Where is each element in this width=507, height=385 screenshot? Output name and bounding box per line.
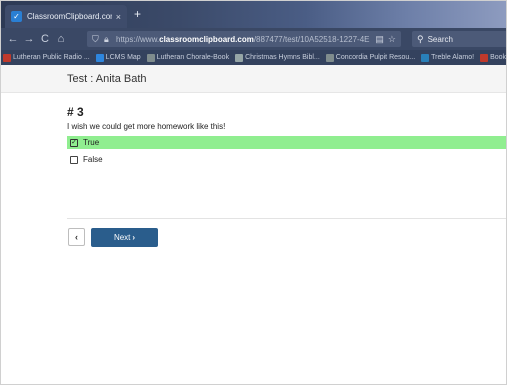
reload-icon[interactable]: C [37,33,53,45]
tab-bar: ✓ ClassroomClipboard.com × + [1,1,506,28]
search-input[interactable]: ⚲ Search [412,31,506,47]
bookmark-label: Christmas Hymns Bibl... [245,54,320,61]
bookmark-label: Lutheran Public Radio ... [13,54,90,61]
reader-view-icon[interactable]: ▤ [375,34,384,45]
bookmark-item[interactable]: Christmas Hymns Bibl... [235,53,320,62]
search-icon: ⚲ [417,33,424,44]
option-false[interactable]: False [67,153,506,166]
divider [67,218,506,219]
bookmark-label: LCMS Map [105,54,141,61]
bookmark-label: Treble Alamo! [431,54,475,61]
bookmark-favicon-icon [95,53,104,62]
option-true[interactable]: ✓ True [67,136,506,149]
next-label: Next [113,233,131,242]
bookmark-item[interactable]: Lutheran Public Radio ... [3,53,90,62]
bookmark-favicon-icon [480,53,489,62]
bookmark-favicon-icon [146,53,155,62]
search-placeholder: Search [427,34,453,44]
bookmark-favicon-icon [421,53,430,62]
browser-window: ✓ ClassroomClipboard.com × + ← → C ⌂ ⛉ 🔒… [0,0,507,385]
lock-icon[interactable]: 🔒︎ [104,34,116,45]
forward-icon[interactable]: → [21,33,37,45]
next-button[interactable]: Next › [91,228,158,247]
bookmark-item[interactable]: LCMS Map [95,53,141,62]
previous-button[interactable]: ‹ [68,228,85,246]
checked-checkbox-icon[interactable]: ✓ [70,138,78,147]
page-title: Test : Anita Bath [67,73,147,85]
tab-title: ClassroomClipboard.com [27,12,112,21]
close-icon[interactable]: × [116,12,121,22]
nav-bar: ← → C ⌂ ⛉ 🔒︎ https://www.classroomclipbo… [1,28,506,50]
bookmark-item[interactable]: Lutheran Chorale-Book [146,53,230,62]
chevron-left-icon: ‹ [75,232,78,242]
bookmark-favicon-icon [3,53,11,62]
bookmarks-bar: Lutheran Public Radio ... LCMS Map Luthera… [1,50,507,65]
chevron-right-icon: › [132,233,136,242]
bookmark-label: Books – Tyre! B... [490,54,507,61]
page-header: Test : Anita Bath [1,65,506,93]
checkbox-icon[interactable] [70,155,78,164]
address-bar[interactable]: ⛉ 🔒︎ https://www.classroomclipboard.com/… [87,31,401,47]
browser-tab[interactable]: ✓ ClassroomClipboard.com × [5,5,127,28]
bookmark-favicon-icon [325,53,334,62]
page-content: Test : Anita Bath # 3 I wish we could ge… [1,65,506,384]
bookmark-label: Concordia Pulpit Resou... [335,54,416,61]
bookmark-item[interactable]: Concordia Pulpit Resou... [325,53,416,62]
checkbox-favicon-icon: ✓ [11,11,22,22]
option-label: True [83,138,100,147]
bookmark-label: Lutheran Chorale-Book [156,54,230,61]
bookmark-item[interactable]: Books – Tyre! B... [480,53,507,62]
question-text: I wish we could get more homework like t… [67,122,226,131]
shield-icon[interactable]: ⛉ [92,34,104,45]
home-icon[interactable]: ⌂ [53,33,69,45]
bookmark-favicon-icon [235,53,244,62]
url-text[interactable]: https://www.classroomclipboard.com/88747… [116,35,371,44]
new-tab-icon[interactable]: + [134,7,141,21]
bookmark-item[interactable]: Treble Alamo! [421,53,475,62]
back-icon[interactable]: ← [5,33,21,45]
question-number: # 3 [67,105,84,119]
option-label: False [83,155,103,164]
bookmark-star-icon[interactable]: ☆ [388,34,396,45]
